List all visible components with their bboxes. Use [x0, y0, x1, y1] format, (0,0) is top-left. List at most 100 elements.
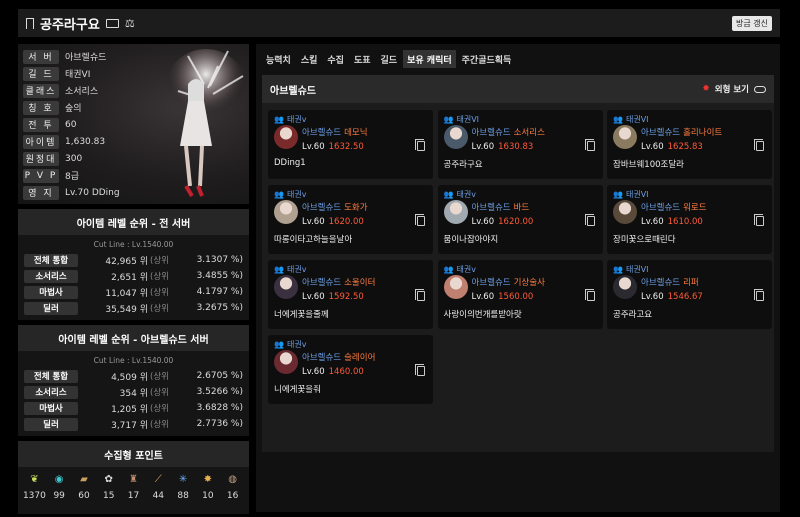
- copy-icon[interactable]: [754, 214, 764, 226]
- guild-members-icon: 👥: [443, 115, 454, 124]
- rank-top-label: (상위: [150, 256, 169, 266]
- collection-count: 10: [202, 491, 214, 501]
- character-class: 데모닉: [344, 128, 368, 138]
- tab-1[interactable]: 스킬: [297, 50, 322, 68]
- appearance-toggle[interactable]: ✸ 외형 보기: [702, 83, 766, 95]
- rank-row: 딜러 3,717 위 (상위 2.7736 %): [18, 416, 249, 432]
- character-class: 도화가: [344, 203, 368, 213]
- tab-3[interactable]: 도표: [350, 50, 375, 68]
- character-line: 아브렐슈드 바드: [472, 201, 534, 213]
- collection-item[interactable]: ❦ 1370: [22, 473, 47, 501]
- character-name: 니에게꽃을줘: [274, 385, 321, 395]
- rank-top-label: (상위: [150, 272, 169, 282]
- avatar: [274, 125, 298, 149]
- profile-label: 원정대: [23, 151, 59, 166]
- character-line: 아브렐슈드 소서리스: [472, 126, 545, 138]
- tab-5[interactable]: 보유 캐릭터: [403, 50, 456, 68]
- collection-item[interactable]: ▰ 60: [72, 473, 97, 501]
- avatar: [613, 125, 637, 149]
- character-class: 리퍼: [683, 278, 699, 288]
- character-card[interactable]: 👥 태권v 아브렐슈드 소울이터 Lv.60 1592.50 너에게꽃을줄께: [268, 260, 433, 329]
- rank-position: 354 위: [119, 388, 148, 399]
- guild-name: 태권v: [456, 265, 476, 274]
- rank-percent: 4.1797 %): [196, 287, 243, 297]
- character-info: 아브렐슈드 소울이터 Lv.60 1592.50: [302, 276, 375, 302]
- guild-name: 태권v: [286, 340, 307, 349]
- profile-card: 서 버 아브렐슈드 길 드 태권VI 클래스 소서리스 칭 호 숲의 전 투 60 아이템 1,630…: [18, 44, 249, 204]
- character-card[interactable]: 👥 태권VI 아브렐슈드 워로드 Lv.60 1610.00 장미꽃으로때린다: [607, 185, 772, 254]
- panel-header: 아브렐슈드 ✸ 외형 보기: [262, 75, 774, 103]
- avatar: [443, 200, 468, 224]
- copy-icon[interactable]: [754, 139, 764, 151]
- copy-icon[interactable]: [754, 289, 764, 301]
- avatar: [443, 275, 468, 299]
- item-level: 1620.00: [328, 217, 364, 227]
- rank-category: 전체 통합: [24, 369, 78, 383]
- item-level: 1546.67: [667, 292, 703, 302]
- guild-name: 태권v: [286, 190, 307, 199]
- character-info: 아브렐슈드 소서리스 Lv.60 1630.83: [472, 126, 545, 152]
- character-card[interactable]: 👥 태권v 아브렐슈드 기상술사 Lv.60 1560.00 사랑이의번개를받아랏: [437, 260, 603, 329]
- character-card[interactable]: 👥 태권v 아브렐슈드 슬레이어 Lv.60 1460.00 니에게꽃을줘: [268, 335, 433, 404]
- character-server: 아브렐슈드: [302, 278, 342, 288]
- character-info: 아브렐슈드 리퍼 Lv.60 1546.67: [641, 276, 703, 302]
- character-card[interactable]: 👥 태권VI 아브렐슈드 홀리나이트 Lv.60 1625.83 잠바브웨100조달라: [607, 110, 772, 179]
- collection-item[interactable]: ◍ 16: [220, 473, 245, 501]
- collection-item[interactable]: ✳ 88: [171, 473, 196, 501]
- copy-icon[interactable]: [415, 289, 425, 301]
- rank-percent: 2.6705 %): [196, 371, 243, 381]
- guild-row: 👥 태권VI: [613, 264, 766, 275]
- collection-item[interactable]: ✸ 10: [195, 473, 220, 501]
- tab-0[interactable]: 능력치: [262, 50, 295, 68]
- rank-row: 마법사 11,047 위 (상위 4.1797 %): [18, 284, 249, 300]
- copy-icon[interactable]: [415, 364, 425, 376]
- character-card[interactable]: 👥 태권v 아브렐슈드 데모닉 Lv.60 1632.50 DDing1: [268, 110, 433, 179]
- guild-name: 태권v: [286, 115, 307, 124]
- character-card[interactable]: 👥 태권v 아브렐슈드 바드 Lv.60 1620.00 뭄이나잡아야지: [437, 185, 603, 254]
- collection-count: 99: [53, 491, 65, 501]
- character-level: Lv.60: [641, 217, 664, 227]
- item-level: 1610.00: [667, 217, 703, 227]
- character-info: 아브렐슈드 도화가 Lv.60 1620.00: [302, 201, 368, 227]
- avatar: [613, 200, 637, 224]
- character-server: 아브렐슈드: [302, 203, 342, 213]
- character-card[interactable]: 👥 태권VI 아브렐슈드 리퍼 Lv.60 1546.67 공주라고요: [607, 260, 772, 329]
- copy-icon[interactable]: [584, 289, 595, 301]
- profile-label: 영 지: [23, 185, 59, 200]
- copy-icon[interactable]: [415, 214, 425, 226]
- collection-item[interactable]: ◉ 99: [47, 473, 72, 501]
- character-name: 뭄이나잡아야지: [443, 235, 499, 245]
- copy-icon[interactable]: [415, 139, 425, 151]
- collection-item[interactable]: ♜ 17: [121, 473, 146, 501]
- page-header: 공주라구요 ⚖ 방금 갱신: [18, 9, 780, 37]
- collection-item[interactable]: ⟋ 44: [146, 473, 171, 501]
- character-line: 아브렐슈드 홀리나이트: [641, 126, 722, 138]
- tab-4[interactable]: 길드: [377, 50, 402, 68]
- copy-icon[interactable]: [584, 214, 595, 226]
- character-level: Lv.60: [471, 142, 495, 152]
- id-card-icon[interactable]: [105, 18, 119, 28]
- rank-server-cutline: Cut Line : Lv.1540.00: [93, 356, 174, 365]
- character-line: 아브렐슈드 기상술사: [472, 276, 545, 288]
- collection-count: 1370: [22, 491, 46, 501]
- character-name: 공주라고요: [613, 310, 653, 320]
- character-level: Lv.60: [302, 367, 325, 377]
- scale-icon[interactable]: ⚖: [125, 17, 135, 30]
- tab-2[interactable]: 수집: [323, 50, 348, 68]
- character-level-line: Lv.60 1625.83: [641, 142, 722, 152]
- rank-row: 소서리스 354 위 (상위 3.5266 %): [18, 384, 249, 400]
- character-line: 아브렐슈드 리퍼: [641, 276, 703, 288]
- character-server: 아브렐슈드: [471, 278, 511, 288]
- tab-6[interactable]: 주간골드획득: [458, 50, 516, 68]
- character-card[interactable]: 👥 태권VI 아브렐슈드 소서리스 Lv.60 1630.83 공주라구요: [437, 110, 603, 179]
- copy-icon[interactable]: [584, 139, 595, 151]
- character-name: 너에게꽃을줄께: [274, 310, 329, 320]
- character-card[interactable]: 👥 태권v 아브렐슈드 도화가 Lv.60 1620.00 따롱이타고하늘을날아: [268, 185, 433, 254]
- rank-percent: 2.7736 %): [196, 419, 243, 429]
- left-column: 서 버 아브렐슈드 길 드 태권VI 클래스 소서리스 칭 호 숲의 전 투 60 아이템 1,630…: [18, 44, 249, 514]
- refresh-button[interactable]: 방금 갱신: [732, 15, 772, 31]
- bookmark-icon[interactable]: [26, 17, 34, 29]
- collection-item[interactable]: ✿ 15: [96, 473, 121, 501]
- toggle-icon[interactable]: [754, 85, 766, 93]
- rank-server-title: 아이템 레벨 순위 - 아브렐슈드 서버: [18, 325, 249, 351]
